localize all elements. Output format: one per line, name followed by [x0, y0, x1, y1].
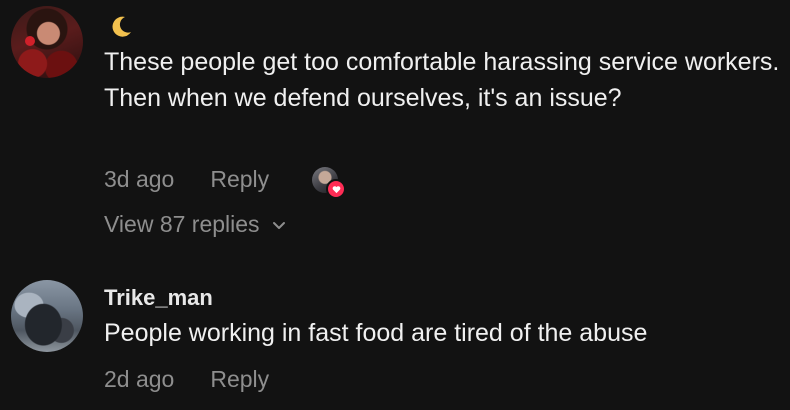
- rose-accent: [25, 36, 35, 46]
- view-replies-button[interactable]: View 87 replies: [104, 211, 286, 238]
- heart-icon: [326, 179, 346, 199]
- comment-meta: 3d ago Reply: [104, 166, 269, 193]
- avatar[interactable]: [11, 6, 83, 78]
- comments-panel: These people get too comfortable harassi…: [0, 0, 790, 410]
- comment-timestamp: 2d ago: [104, 366, 175, 392]
- comment-timestamp: 3d ago: [104, 166, 175, 192]
- chevron-down-icon: [272, 221, 285, 229]
- avatar[interactable]: [11, 280, 83, 352]
- view-replies-label: View 87 replies: [104, 211, 260, 237]
- reply-button[interactable]: Reply: [210, 366, 269, 393]
- reply-button[interactable]: Reply: [210, 166, 269, 193]
- comment-username[interactable]: Trike_man: [104, 285, 213, 311]
- crescent-moon-icon: [112, 16, 131, 37]
- comment-meta: 2d ago Reply: [104, 366, 269, 393]
- comment-text: People working in fast food are tired of…: [104, 319, 648, 347]
- creator-liked-badge: [312, 167, 346, 199]
- comment-text: These people get too comfortable harassi…: [104, 48, 780, 112]
